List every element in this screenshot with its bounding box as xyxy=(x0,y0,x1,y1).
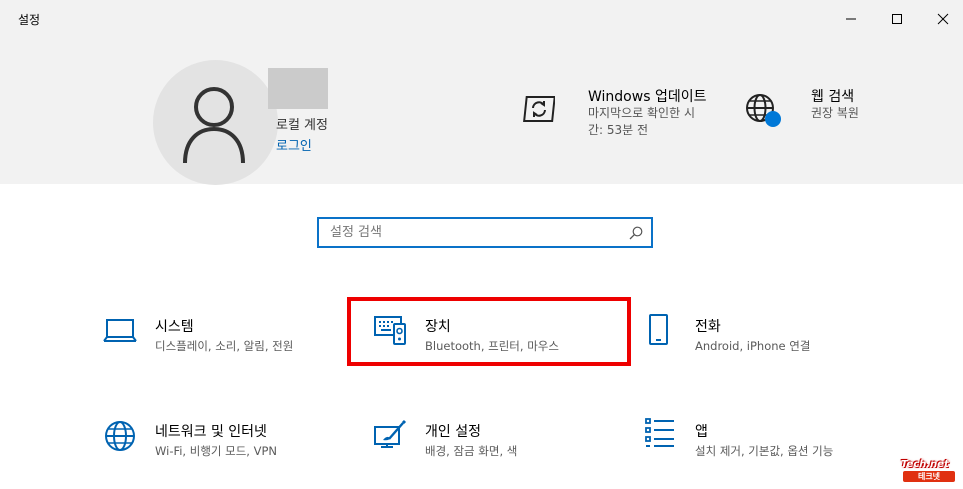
tile-phone[interactable]: 전화 Android, iPhone 연결 xyxy=(643,314,893,364)
web-search-title: 웹 검색 xyxy=(811,89,855,105)
apps-list-icon xyxy=(645,418,674,447)
sync-icon xyxy=(523,96,555,122)
watermark-line1: Tech.net xyxy=(901,459,949,470)
personalization-icon xyxy=(374,419,407,448)
tile-network-subtitle: Wi-Fi, 비행기 모드, VPN xyxy=(155,444,278,458)
account-header: 로컬 계정 로그인 Windows 업데이트 마지막으로 확인한 시 간: 53… xyxy=(0,38,963,185)
tile-personalization-title: 개인 설정 xyxy=(425,424,481,440)
globe-icon xyxy=(105,421,135,451)
highlight-box xyxy=(347,297,631,366)
search-input[interactable] xyxy=(319,219,619,246)
tile-apps[interactable]: 앱 설치 제거, 기본값, 옵션 기능 xyxy=(643,418,893,469)
web-search-subtitle: 권장 복원 xyxy=(811,106,859,120)
tile-phone-subtitle: Android, iPhone 연결 xyxy=(695,339,811,353)
window-title: 설정 xyxy=(18,13,41,27)
tile-system-title: 시스템 xyxy=(155,319,194,335)
account-name-redacted xyxy=(268,68,328,109)
account-type: 로컬 계정 xyxy=(276,118,328,133)
avatar[interactable] xyxy=(153,60,278,185)
globe-icon xyxy=(746,94,781,127)
watermark-line2: 테크넷 xyxy=(903,471,955,482)
tile-network-title: 네트워크 및 인터넷 xyxy=(155,424,267,440)
maximize-icon xyxy=(892,14,902,24)
phone-icon xyxy=(649,314,668,345)
search-box[interactable] xyxy=(317,217,653,248)
person-icon xyxy=(183,87,245,164)
tile-system[interactable]: 시스템 디스플레이, 소리, 알림, 전원 xyxy=(103,314,353,364)
tile-apps-subtitle: 설치 제거, 기본값, 옵션 기능 xyxy=(695,444,834,458)
windows-update-title: Windows 업데이트 xyxy=(588,89,707,105)
maximize-button[interactable] xyxy=(874,0,920,38)
search-icon[interactable] xyxy=(629,226,643,240)
signin-link[interactable]: 로그인 xyxy=(276,135,312,154)
tile-personalization[interactable]: 개인 설정 배경, 잠금 화면, 색 xyxy=(373,419,623,469)
tile-personalization-subtitle: 배경, 잠금 화면, 색 xyxy=(425,444,518,458)
watermark-logo: Tech.net 테크넷 xyxy=(897,457,959,485)
tile-system-subtitle: 디스플레이, 소리, 알림, 전원 xyxy=(155,339,294,353)
laptop-icon xyxy=(103,319,137,342)
minimize-icon xyxy=(846,18,856,20)
windows-update-subtitle-line2: 간: 53분 전 xyxy=(588,123,649,137)
minimize-button[interactable] xyxy=(828,0,874,38)
close-icon xyxy=(937,13,949,25)
title-bar: 설정 xyxy=(0,0,963,38)
close-button[interactable] xyxy=(920,0,963,38)
tile-phone-title: 전화 xyxy=(695,319,721,335)
tile-network[interactable]: 네트워크 및 인터넷 Wi-Fi, 비행기 모드, VPN xyxy=(103,419,353,469)
tile-apps-title: 앱 xyxy=(695,424,708,440)
windows-update-subtitle-line1: 마지막으로 확인한 시 xyxy=(588,106,695,120)
